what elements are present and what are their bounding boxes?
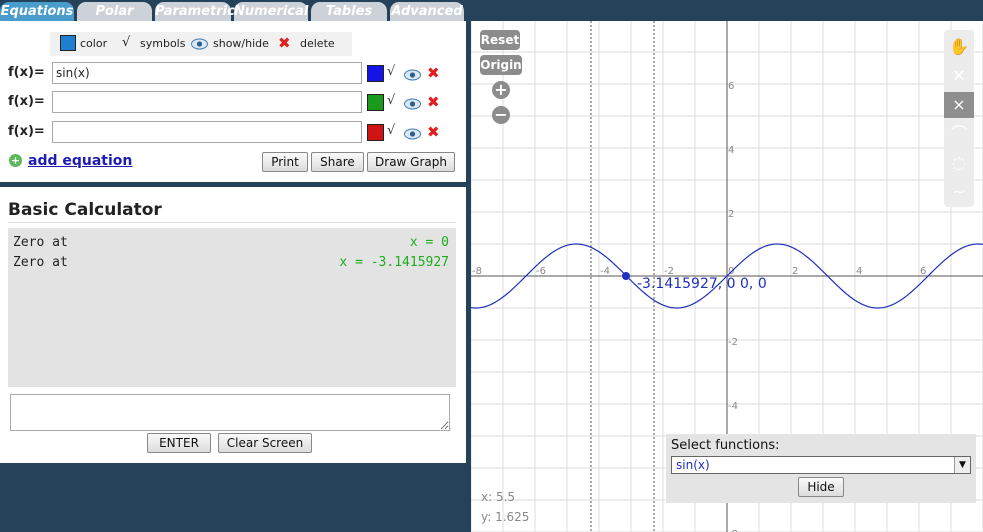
result-label: Zero at	[13, 255, 68, 270]
sqrt-symbol-icon[interactable]: √	[387, 93, 395, 108]
function-select[interactable]: sin(x) ▼	[671, 456, 971, 474]
y-tick-label: 6	[728, 81, 734, 92]
delete-x-icon[interactable]: ✖	[427, 64, 440, 82]
selected-function: sin(x)	[676, 458, 710, 472]
cursor-y-readout: y: 1.625	[481, 510, 530, 524]
point-coordinate-label: -3.1415927, 0 0, 0	[637, 276, 767, 292]
legend-color-label: color	[80, 37, 108, 50]
y-tick-label: 4	[728, 145, 734, 156]
equation-color-swatch[interactable]	[367, 65, 384, 82]
x-tick-label: -8	[472, 266, 482, 277]
legend-showhide-label: show/hide	[213, 37, 269, 50]
mode-tabs: Equations Polar Parametric Numerical Tab…	[0, 0, 466, 21]
crosshair-icon[interactable]: ✕	[944, 63, 974, 89]
equation-label: f(x)=	[8, 65, 45, 80]
equation-label: f(x)=	[8, 94, 45, 109]
intersect-icon[interactable]: ∼	[944, 179, 974, 205]
sqrt-symbol-icon: √	[122, 35, 131, 50]
result-row: Zero at x = 0	[13, 235, 449, 253]
sqrt-symbol-icon[interactable]: √	[387, 64, 395, 79]
eye-icon[interactable]	[404, 66, 421, 81]
plus-circle-icon: +	[9, 154, 22, 167]
divider	[8, 222, 456, 223]
equation-row: f(x)= √ ✖	[0, 91, 466, 113]
sqrt-symbol-icon[interactable]: √	[387, 123, 395, 138]
tab-advanced[interactable]: Advanced	[390, 2, 464, 21]
equation-row: f(x)= √ ✖	[0, 62, 466, 84]
select-functions-panel: Select functions: sin(x) ▼ Hide	[666, 434, 976, 503]
y-tick-label: -2	[728, 337, 738, 348]
tab-parametric[interactable]: Parametric	[155, 2, 235, 21]
equation-row: f(x)= √ ✖	[0, 121, 466, 143]
calculator-title: Basic Calculator	[8, 200, 162, 220]
x-tick-label: -6	[536, 266, 546, 277]
maximum-icon[interactable]: ⌒	[944, 121, 974, 147]
zoom-out-button[interactable]: −	[492, 106, 510, 124]
zero-point-marker	[622, 272, 630, 280]
graph-tools: ✋ ✕ ⨯ ⌒ ◌ ∼	[944, 30, 974, 207]
tab-polar[interactable]: Polar	[77, 2, 152, 21]
result-row: Zero at x = -3.1415927	[13, 255, 449, 273]
result-label: Zero at	[13, 235, 68, 250]
eye-icon[interactable]	[404, 125, 421, 140]
add-equation-link[interactable]: + add equation	[9, 153, 132, 169]
delete-x-icon[interactable]: ✖	[427, 123, 440, 141]
select-functions-title: Select functions:	[671, 438, 780, 453]
calculator-output: Zero at x = 0 Zero at x = -3.1415927	[8, 228, 456, 387]
reset-button[interactable]: Reset	[480, 30, 520, 50]
tab-numerical[interactable]: Numerical	[234, 2, 308, 21]
equations-panel: color √ symbols show/hide ✖ delete f(x)=…	[0, 21, 466, 182]
equation-label: f(x)=	[8, 124, 45, 139]
origin-button[interactable]: Origin	[480, 55, 522, 75]
equation-input[interactable]	[52, 91, 362, 113]
x-tick-label: 2	[792, 266, 798, 277]
legend-symbols-label: symbols	[140, 37, 186, 50]
graph-area[interactable]: -8-6-4-20246642-2-4-8 Reset Origin + − ✋…	[471, 21, 983, 532]
legend-bar: color √ symbols show/hide ✖ delete	[50, 32, 352, 56]
print-button[interactable]: Print	[262, 152, 308, 172]
equation-input[interactable]	[52, 62, 362, 84]
calculator-input[interactable]	[10, 394, 450, 431]
legend-delete-label: delete	[300, 37, 335, 50]
equation-color-swatch[interactable]	[367, 124, 384, 141]
y-tick-label: 2	[728, 209, 734, 220]
y-tick-label: -4	[728, 401, 738, 412]
enter-button[interactable]: ENTER	[147, 433, 211, 453]
zoom-in-button[interactable]: +	[492, 81, 510, 99]
chevron-down-icon[interactable]: ▼	[954, 457, 970, 473]
eye-icon[interactable]	[404, 95, 421, 110]
result-value: x = 0	[409, 235, 449, 250]
result-value: x = -3.1415927	[339, 255, 449, 270]
cursor-x-readout: x: 5.5	[481, 490, 516, 504]
color-swatch-icon	[60, 35, 76, 51]
x-tick-label: 4	[856, 266, 862, 277]
delete-x-icon[interactable]: ✖	[427, 93, 440, 111]
x-tick-label: -4	[600, 266, 610, 277]
hide-button[interactable]: Hide	[798, 477, 844, 497]
tab-tables[interactable]: Tables	[311, 2, 387, 21]
equation-input[interactable]	[52, 121, 362, 143]
delete-x-icon: ✖	[278, 34, 291, 52]
basic-calculator: Basic Calculator Zero at x = 0 Zero at x…	[0, 187, 466, 463]
app-root: Equations Polar Parametric Numerical Tab…	[0, 0, 983, 532]
trace-icon[interactable]: ⨯	[944, 92, 974, 118]
equation-color-swatch[interactable]	[367, 94, 384, 111]
clear-screen-button[interactable]: Clear Screen	[218, 433, 312, 453]
draw-graph-button[interactable]: Draw Graph	[367, 152, 455, 172]
cursor-readout: x: 5.5 y: 1.625	[481, 487, 529, 527]
minimum-icon[interactable]: ◌	[944, 150, 974, 176]
hand-pan-icon[interactable]: ✋	[944, 34, 974, 60]
eye-icon	[191, 38, 208, 53]
share-button[interactable]: Share	[311, 152, 364, 172]
tab-equations[interactable]: Equations	[0, 2, 74, 21]
x-tick-label: 6	[920, 266, 926, 277]
